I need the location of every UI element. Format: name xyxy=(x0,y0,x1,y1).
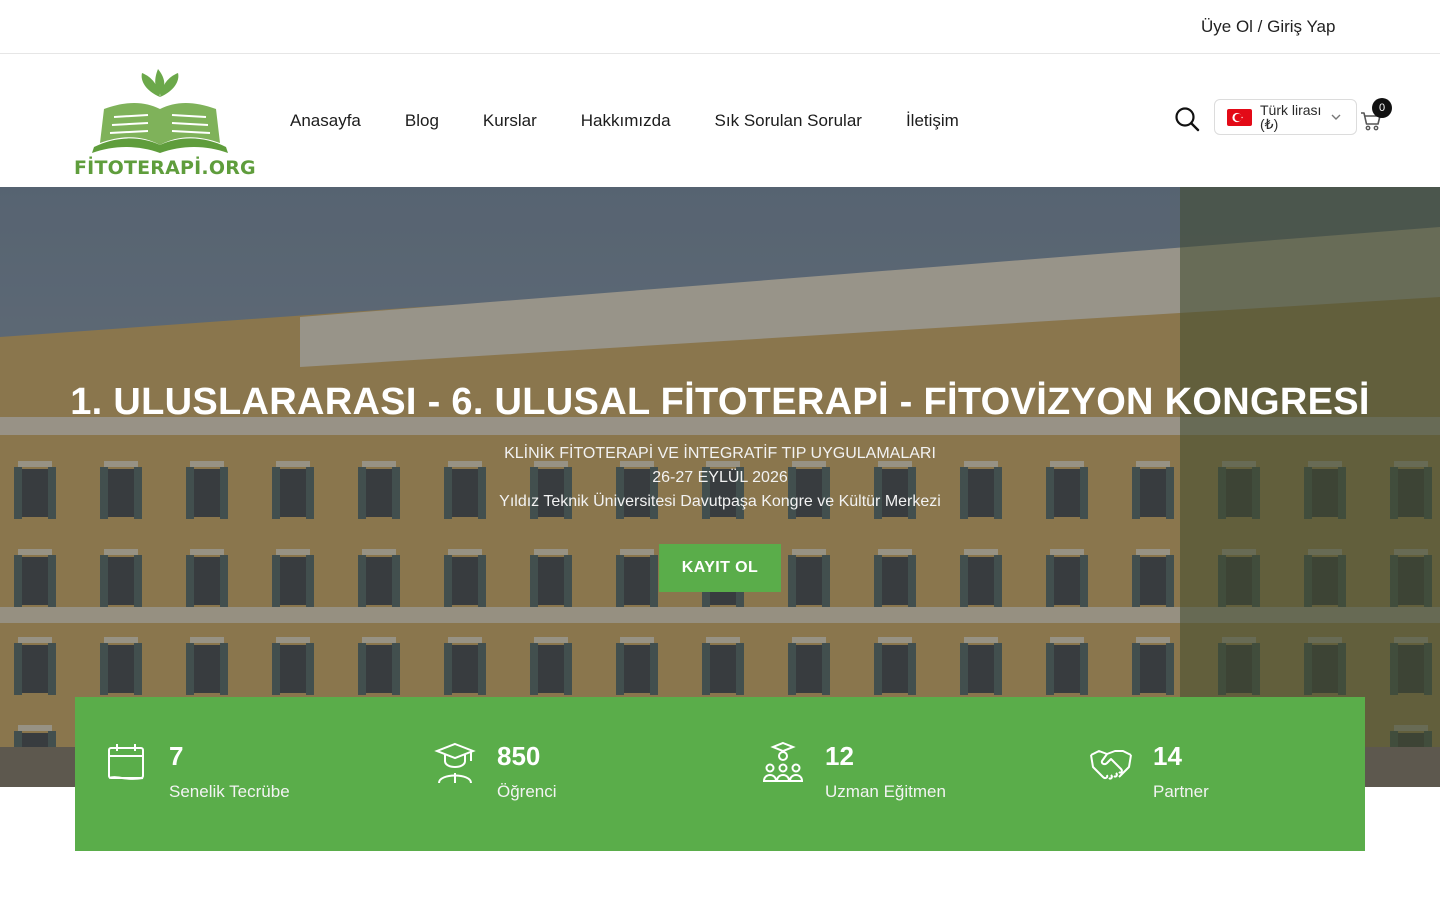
stat-value: 14 xyxy=(1153,741,1182,771)
chevron-down-icon xyxy=(1330,110,1342,128)
currency-label: Türk lirası (₺) xyxy=(1260,102,1322,132)
nav-anasayfa[interactable]: Anasayfa xyxy=(290,111,361,131)
logo-text: FİTOTERAPİ.ORG xyxy=(74,157,256,179)
handshake-icon xyxy=(1089,741,1133,785)
stat-label: Senelik Tecrübe xyxy=(169,782,290,801)
calendar-icon xyxy=(105,741,149,785)
instructors-icon xyxy=(761,741,805,785)
stat-label: Uzman Eğitmen xyxy=(825,782,946,801)
nav-sss[interactable]: Sık Sorulan Sorular xyxy=(715,111,862,131)
search-icon[interactable] xyxy=(1174,106,1200,132)
hero-title: 1. ULUSLARARASI - 6. ULUSAL FİTOTERAPİ -… xyxy=(70,381,1370,423)
cart-count-badge: 0 xyxy=(1372,98,1392,118)
register-button[interactable]: KAYIT OL xyxy=(659,544,781,592)
stat-label: Öğrenci xyxy=(497,782,557,801)
stat-value: 850 xyxy=(497,741,541,771)
turkey-flag-icon xyxy=(1227,109,1252,126)
book-leaf-logo-icon xyxy=(92,69,228,153)
header: FİTOTERAPİ.ORG Anasayfa Blog Kurslar Hak… xyxy=(0,55,1440,187)
nav-kurslar[interactable]: Kurslar xyxy=(483,111,537,131)
stat-value: 7 xyxy=(169,741,184,771)
hero-venue: Yıldız Teknik Üniversitesi Davutpaşa Kon… xyxy=(499,493,941,510)
hero-date: 26-27 EYLÜL 2026 xyxy=(652,469,788,486)
site-logo[interactable]: FİTOTERAPİ.ORG xyxy=(74,65,256,179)
main-nav: Anasayfa Blog Kurslar Hakkımızda Sık Sor… xyxy=(290,111,1003,131)
top-bar: Üye Ol / Giriş Yap xyxy=(0,0,1440,54)
nav-blog[interactable]: Blog xyxy=(405,111,439,131)
stat-value: 12 xyxy=(825,741,854,771)
nav-iletisim[interactable]: İletişim xyxy=(906,111,959,131)
stat-label: Partner xyxy=(1153,782,1209,801)
graduate-icon xyxy=(433,741,477,785)
hero-subtitle: KLİNİK FİTOTERAPİ VE İNTEGRATİF TIP UYGU… xyxy=(504,445,936,462)
currency-selector[interactable]: Türk lirası (₺) xyxy=(1214,99,1357,135)
stats-bar: 7 Senelik Tecrübe 850 Öğrenci 12 Uzman E… xyxy=(75,697,1365,851)
nav-hakkimizda[interactable]: Hakkımızda xyxy=(581,111,671,131)
auth-link[interactable]: Üye Ol / Giriş Yap xyxy=(1201,17,1335,37)
